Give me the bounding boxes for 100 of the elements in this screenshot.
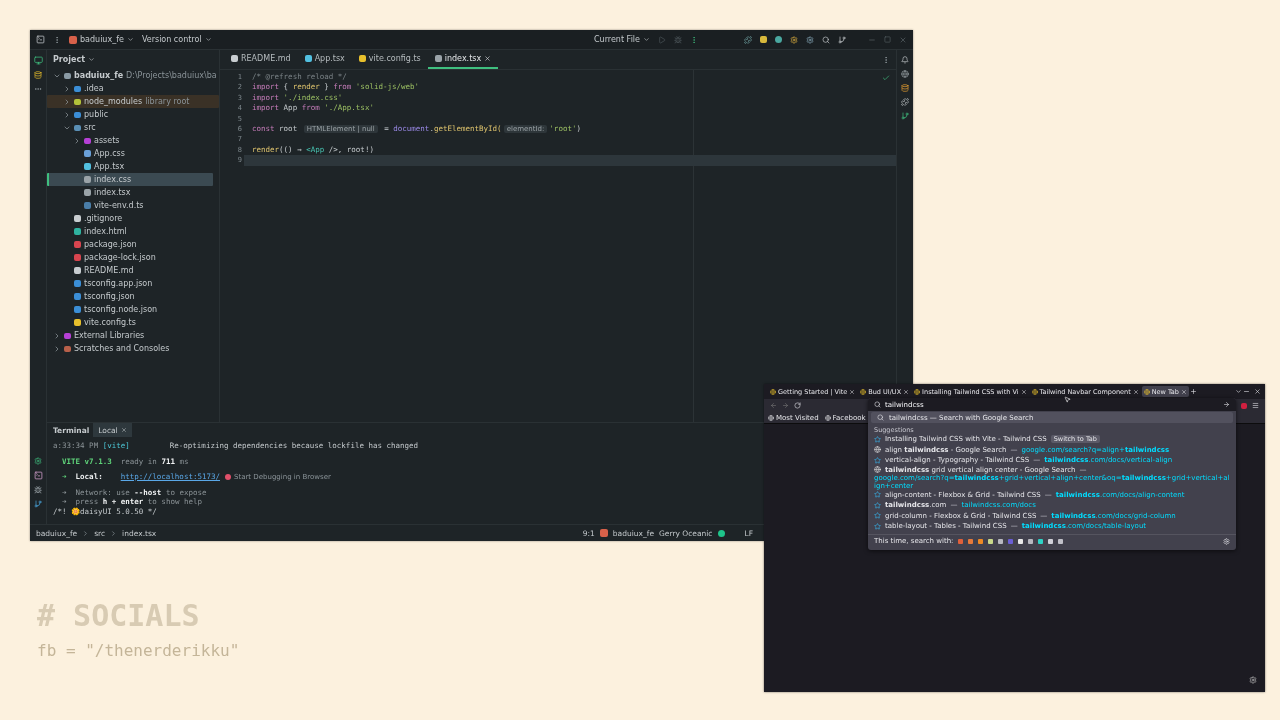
close-tab-icon[interactable] (120, 427, 127, 433)
go-arrow-icon[interactable] (1223, 401, 1230, 408)
debug-dot-icon (225, 474, 231, 481)
tree-item[interactable]: External Libraries (47, 329, 219, 342)
editor-tab[interactable]: App.tsx (297, 50, 352, 69)
file-icon (304, 55, 312, 62)
search-engine-icon[interactable] (988, 538, 994, 544)
project-view-icon[interactable] (33, 56, 43, 65)
notifications-icon[interactable] (901, 56, 909, 64)
branch-icon[interactable] (838, 35, 846, 44)
search-engine-icon[interactable] (968, 538, 974, 544)
search-engine-icon[interactable] (978, 538, 984, 544)
globe-icon (1143, 388, 1150, 395)
close-tab-icon[interactable] (1020, 388, 1027, 395)
chevron-right-icon[interactable] (53, 344, 61, 353)
site-icon (874, 491, 881, 499)
tree-item[interactable]: index.tsx (47, 186, 219, 199)
git-icon[interactable] (34, 500, 42, 508)
chevron-right-icon[interactable] (63, 84, 71, 93)
separator-icon (110, 529, 118, 537)
chevron-down-icon (126, 36, 134, 43)
debug-icon[interactable] (34, 486, 42, 494)
no-problems-icon[interactable] (882, 74, 890, 82)
tab-menu-icon[interactable] (882, 55, 890, 64)
tree-item[interactable]: .idea (47, 82, 219, 95)
editor-tab[interactable]: README.md (224, 50, 298, 69)
tree-item[interactable]: tsconfig.json (47, 290, 219, 303)
tree-item[interactable]: tsconfig.app.json (47, 277, 219, 290)
search-engine-icon[interactable] (998, 538, 1004, 544)
tree-item[interactable]: baduiux_fe D:\Projects\baduiux\ba (47, 69, 219, 82)
main-menu-icon[interactable] (53, 35, 61, 44)
reload-icon[interactable] (794, 402, 801, 409)
close-tab-icon[interactable] (849, 388, 856, 395)
path-hint: library root (145, 97, 190, 106)
tree-item[interactable]: assets (47, 134, 219, 147)
file-icon (434, 55, 442, 62)
search-engine-icon[interactable] (1018, 538, 1024, 544)
site-icon (874, 512, 881, 520)
services-icon[interactable] (34, 457, 42, 465)
close-tab-icon[interactable] (1181, 388, 1187, 395)
settings-icon[interactable] (1249, 676, 1257, 684)
new-tab-icon[interactable] (1190, 388, 1197, 395)
tree-item[interactable]: tsconfig.node.json (47, 303, 219, 316)
chevron-right-icon[interactable] (63, 110, 71, 119)
tree-item[interactable]: .gitignore (47, 212, 219, 225)
site-icon (874, 456, 881, 464)
search-engine-icon[interactable] (1038, 538, 1044, 544)
globe-icon[interactable] (901, 70, 909, 78)
tree-item[interactable]: node_modules library root (47, 95, 219, 108)
globe-icon (860, 388, 867, 395)
chevron-right-icon[interactable] (73, 136, 81, 145)
chevron-right-icon[interactable] (63, 97, 71, 106)
tree-item[interactable]: vite.config.ts (47, 316, 219, 329)
tree-item[interactable]: package-lock.json (47, 251, 219, 264)
more-icon[interactable] (34, 85, 42, 93)
settings-icon[interactable] (806, 35, 814, 44)
editor-tab[interactable]: vite.config.ts (351, 50, 428, 69)
globe-icon (768, 414, 774, 421)
circle-icon[interactable] (775, 36, 782, 43)
tab-list-icon[interactable] (1235, 388, 1242, 395)
project-selector[interactable]: baduiux_fe (69, 35, 134, 44)
close-tab-icon[interactable] (484, 55, 492, 62)
plugin-icon[interactable] (901, 98, 909, 106)
site-icon (874, 435, 881, 443)
database-icon[interactable] (901, 84, 909, 92)
globe-icon (1031, 388, 1038, 395)
more-icon[interactable] (690, 35, 698, 44)
tree-item[interactable]: vite-env.d.ts (47, 199, 219, 212)
tree-item[interactable]: App.css (47, 147, 219, 160)
search-icon (874, 401, 881, 408)
terminal-icon[interactable] (33, 471, 43, 480)
tree-item[interactable]: App.tsx (47, 160, 219, 173)
chevron-right-icon[interactable] (53, 331, 61, 340)
tree-item[interactable]: README.md (47, 264, 219, 277)
tree-item[interactable]: index.css (47, 173, 213, 186)
vcs-selector[interactable]: Version control (141, 35, 212, 44)
menu-icon[interactable] (1252, 402, 1259, 409)
close-icon[interactable] (1254, 388, 1261, 395)
search-icon[interactable] (822, 35, 830, 44)
tree-item[interactable]: Scratches and Consoles (47, 342, 219, 355)
file-icon (358, 55, 366, 62)
plugin-icon[interactable] (744, 35, 752, 44)
structure-icon[interactable] (34, 71, 42, 79)
chevron-down-icon (204, 36, 212, 43)
search-engine-icon[interactable] (1058, 538, 1064, 544)
close-tab-icon[interactable] (903, 388, 910, 395)
app-logo-icon[interactable] (36, 35, 45, 44)
chevron-down-icon (88, 56, 96, 63)
tree-item[interactable]: public (47, 108, 219, 121)
graph-icon[interactable] (901, 112, 909, 120)
search-engine-icon[interactable] (1048, 538, 1054, 544)
close-tab-icon[interactable] (1132, 388, 1139, 395)
status-icon[interactable] (717, 529, 725, 537)
tree-item[interactable]: index.html (47, 225, 219, 238)
run-config-selector[interactable]: Current File (594, 35, 650, 44)
tree-item[interactable]: src (47, 121, 219, 134)
project-panel-title[interactable]: Project (47, 50, 96, 69)
minimize-icon[interactable] (1243, 388, 1250, 395)
tree-item[interactable]: package.json (47, 238, 219, 251)
search-engine-icon[interactable] (1028, 538, 1034, 544)
